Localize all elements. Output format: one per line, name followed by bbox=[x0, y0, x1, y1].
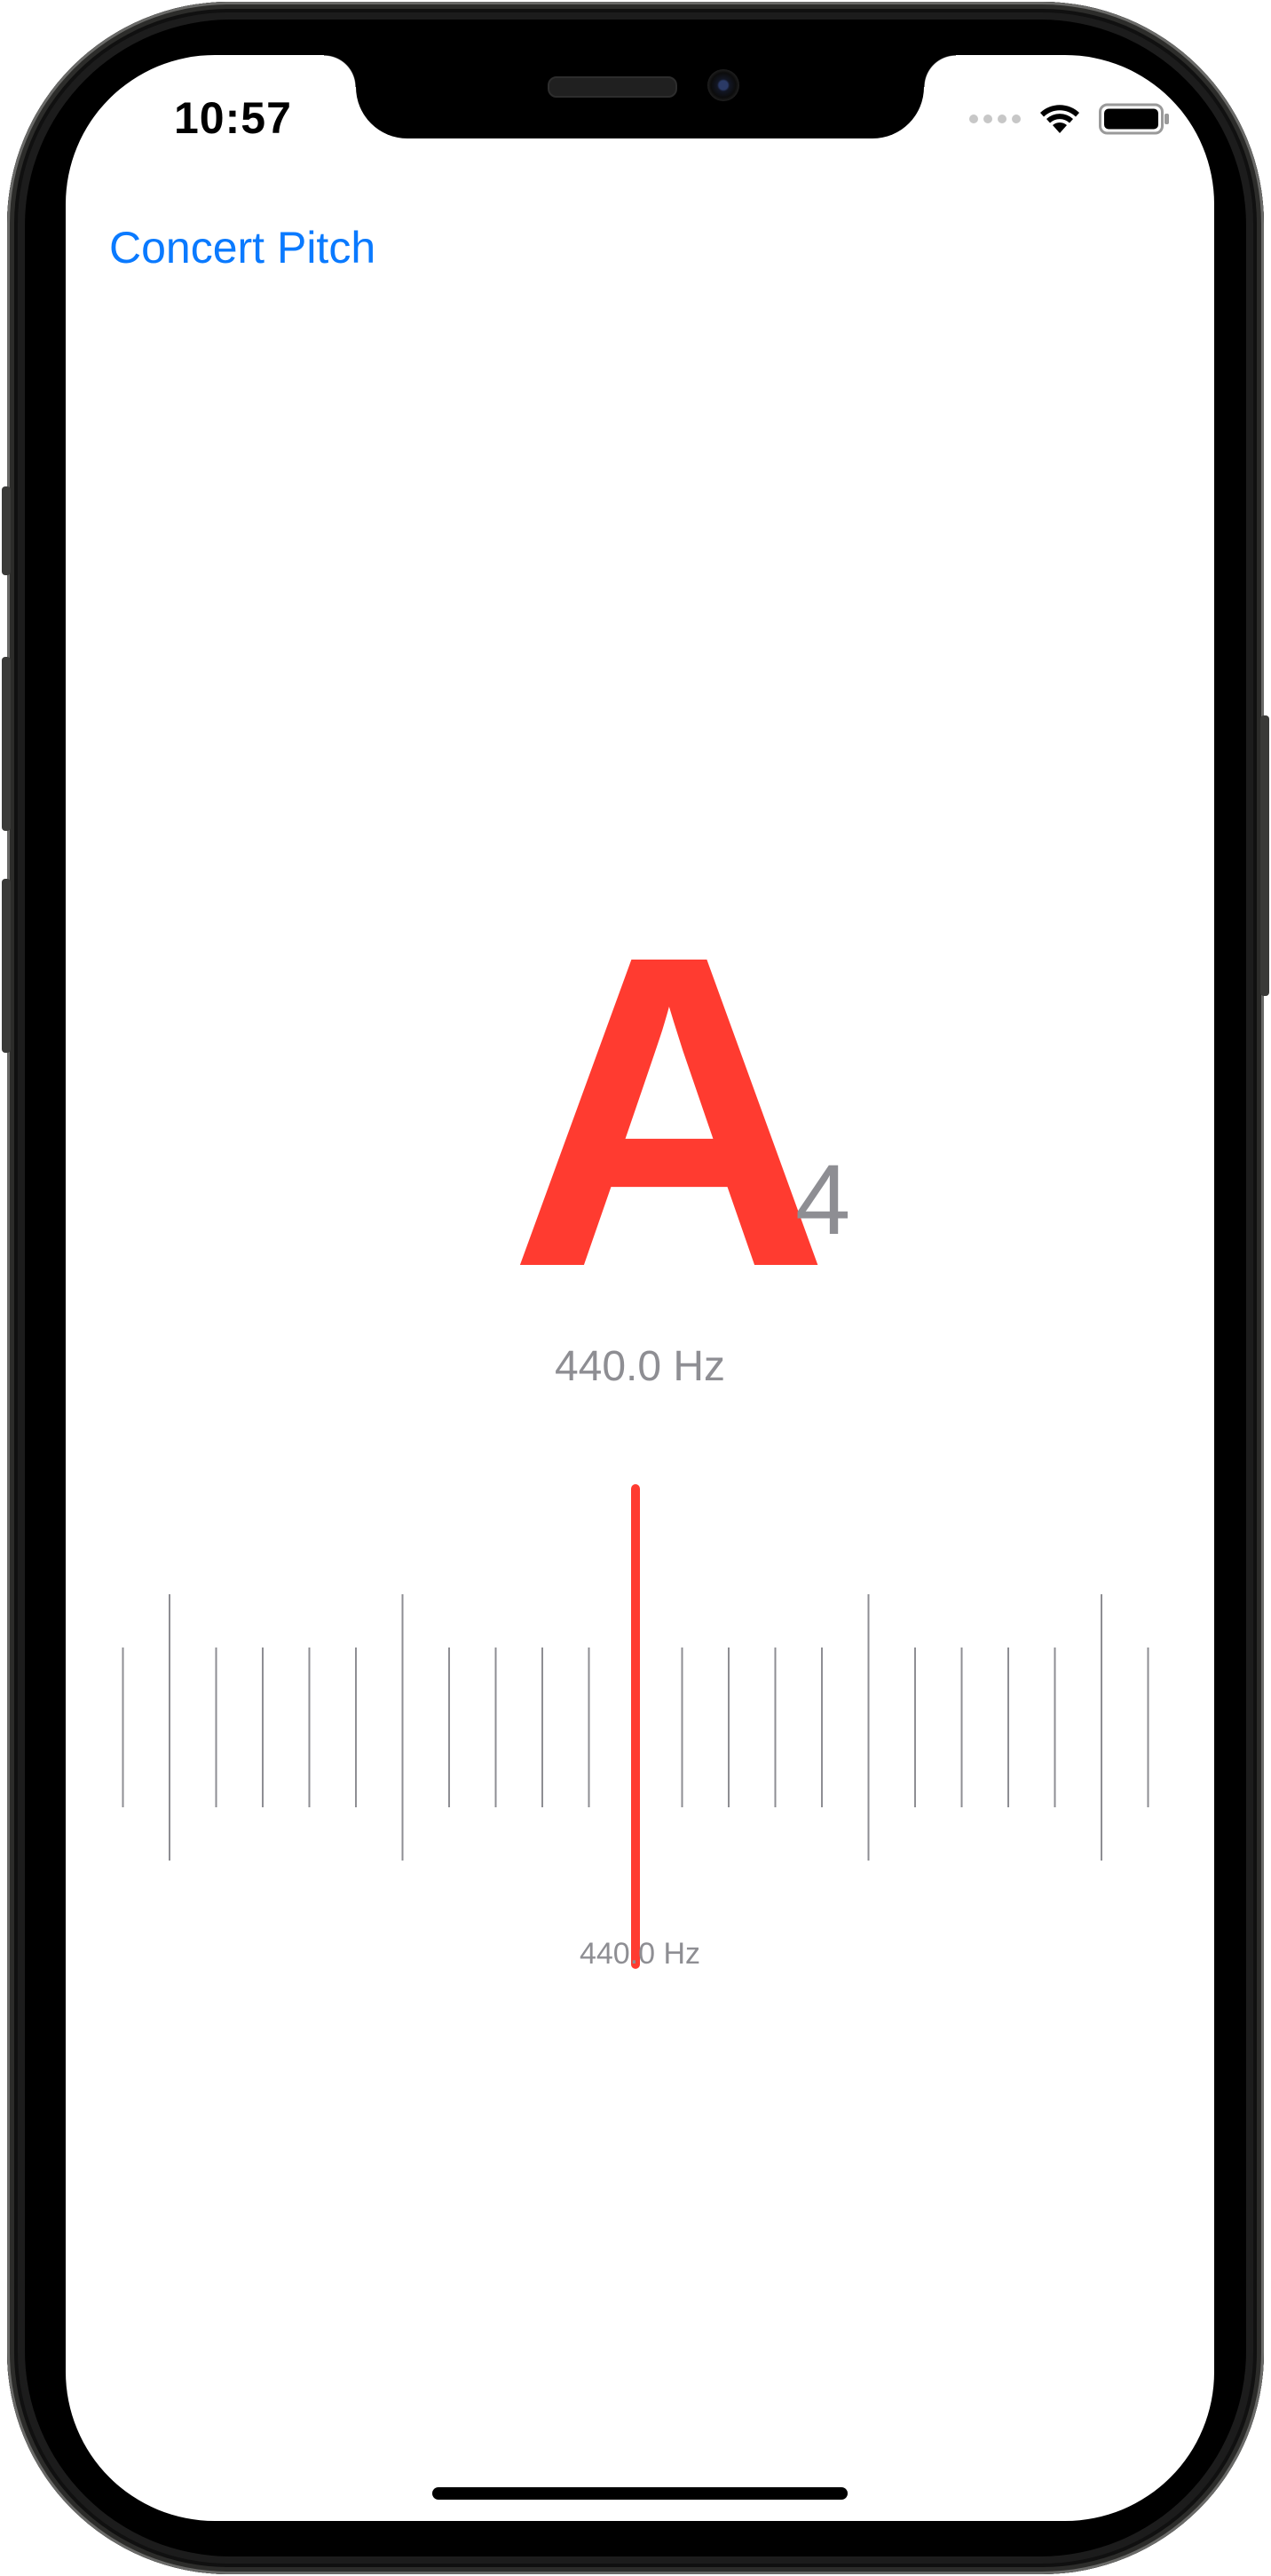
volume-down-button bbox=[2, 879, 11, 1053]
cellular-signal-icon bbox=[969, 115, 1021, 123]
note-name: A bbox=[509, 863, 830, 1359]
status-time: 10:57 bbox=[174, 93, 292, 143]
note-octave: 4 bbox=[795, 1144, 851, 1255]
battery-icon bbox=[1099, 103, 1169, 135]
screen: 10:57 Concert Pitch A 4 440.0 Hz 440.0 H… bbox=[66, 55, 1214, 2521]
front-camera bbox=[707, 69, 739, 101]
power-button bbox=[1260, 715, 1269, 996]
needle-frequency-label: 440.0 Hz bbox=[579, 1937, 701, 1971]
silent-switch bbox=[2, 486, 11, 575]
home-indicator[interactable] bbox=[432, 2487, 848, 2500]
volume-up-button bbox=[2, 657, 11, 831]
concert-pitch-button[interactable]: Concert Pitch bbox=[109, 222, 375, 273]
tuner-scale bbox=[122, 1484, 1149, 1969]
wifi-icon bbox=[1040, 105, 1079, 133]
status-icons bbox=[969, 101, 1170, 137]
detected-frequency: 440.0 Hz bbox=[554, 1343, 726, 1390]
speaker-grille bbox=[548, 76, 677, 98]
notch bbox=[324, 55, 956, 138]
pitch-needle bbox=[631, 1484, 640, 1969]
